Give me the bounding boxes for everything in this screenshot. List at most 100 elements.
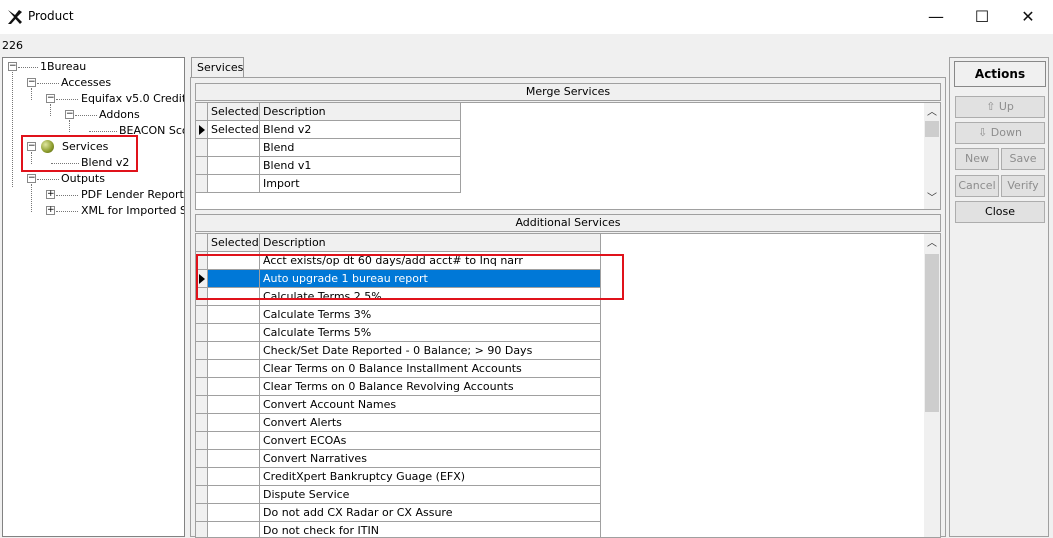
description-cell[interactable]: Convert Account Names xyxy=(260,396,601,414)
cancel-button[interactable]: Cancel xyxy=(955,175,999,197)
merge-services-scrollbar[interactable]: ︿ ﹀ xyxy=(924,103,940,209)
selected-cell[interactable] xyxy=(208,324,260,342)
selected-cell[interactable]: Selected xyxy=(208,121,260,139)
row-indicator[interactable] xyxy=(196,121,208,139)
description-cell[interactable]: Calculate Terms 2.5% xyxy=(260,288,601,306)
tree-collapse-equifax-toggle[interactable]: − xyxy=(46,94,55,103)
row-indicator[interactable] xyxy=(196,157,208,175)
description-cell[interactable]: Calculate Terms 5% xyxy=(260,324,601,342)
selected-cell[interactable] xyxy=(208,486,260,504)
tree-node-xml-imported[interactable]: XML for Imported Sou xyxy=(81,204,184,218)
tree-collapse-accesses-toggle[interactable]: − xyxy=(27,78,36,87)
selected-cell[interactable] xyxy=(208,157,260,175)
description-cell[interactable]: CreditXpert Bankruptcy Guage (EFX) xyxy=(260,468,601,486)
row-indicator[interactable] xyxy=(196,288,208,306)
row-indicator[interactable] xyxy=(196,252,208,270)
description-cell[interactable]: Acct exists/op dt 60 days/add acct# to I… xyxy=(260,252,601,270)
tree-collapse-outputs-toggle[interactable]: − xyxy=(27,174,36,183)
selected-cell[interactable] xyxy=(208,139,260,157)
selected-cell[interactable] xyxy=(208,522,260,537)
tree-node-outputs[interactable]: Outputs xyxy=(61,172,105,186)
additional-services-scrollbar[interactable]: ︿ xyxy=(924,234,940,537)
tree-node-services[interactable]: Services xyxy=(62,140,108,154)
tree-collapse-services-toggle[interactable]: − xyxy=(27,142,36,151)
description-cell[interactable]: Dispute Service xyxy=(260,486,601,504)
selected-cell[interactable] xyxy=(208,360,260,378)
column-header-selected[interactable]: Selected xyxy=(208,103,260,121)
description-cell[interactable]: Import xyxy=(260,175,461,193)
description-cell[interactable]: Do not add CX Radar or CX Assure xyxy=(260,504,601,522)
scrollbar-thumb[interactable] xyxy=(925,254,939,412)
row-indicator[interactable] xyxy=(196,378,208,396)
selected-cell[interactable] xyxy=(208,306,260,324)
row-indicator[interactable] xyxy=(196,139,208,157)
selected-cell[interactable] xyxy=(208,288,260,306)
tree-expand-xml-toggle[interactable]: + xyxy=(46,206,55,215)
save-button[interactable]: Save xyxy=(1001,148,1045,170)
selected-cell[interactable] xyxy=(208,175,260,193)
description-cell[interactable]: Convert Narratives xyxy=(260,450,601,468)
tree-node-equifax[interactable]: Equifax v5.0 Credit Re xyxy=(81,92,184,106)
selected-cell[interactable] xyxy=(208,468,260,486)
selected-cell[interactable] xyxy=(208,342,260,360)
merge-services-grid[interactable]: Selected Description Selected Blend v2 Ble… xyxy=(195,102,941,210)
selected-cell[interactable] xyxy=(208,396,260,414)
row-indicator[interactable] xyxy=(196,396,208,414)
tree-node-addons[interactable]: Addons xyxy=(99,108,140,122)
new-button[interactable]: New xyxy=(955,148,999,170)
selected-cell[interactable] xyxy=(208,450,260,468)
tab-services[interactable]: Services xyxy=(191,57,244,77)
description-cell[interactable]: Calculate Terms 3% xyxy=(260,306,601,324)
row-indicator[interactable] xyxy=(196,414,208,432)
description-cell[interactable]: Do not check for ITIN xyxy=(260,522,601,537)
maximize-button[interactable]: ☐ xyxy=(959,0,1005,32)
selected-cell[interactable] xyxy=(208,270,260,288)
tree-collapse-root-toggle[interactable]: − xyxy=(8,62,17,71)
up-button[interactable]: ⇧ Up xyxy=(955,96,1045,118)
row-indicator[interactable] xyxy=(196,360,208,378)
description-cell[interactable]: Clear Terms on 0 Balance Installment Acc… xyxy=(260,360,601,378)
selected-cell[interactable] xyxy=(208,432,260,450)
tree-expand-pdf-toggle[interactable]: + xyxy=(46,190,55,199)
scroll-up-icon[interactable]: ︿ xyxy=(924,236,940,252)
description-cell[interactable]: Convert ECOAs xyxy=(260,432,601,450)
product-tree[interactable]: − 1Bureau − Accesses − Equifax v5.0 Cred… xyxy=(2,57,185,537)
scroll-down-icon[interactable]: ﹀ xyxy=(924,191,940,207)
selected-cell[interactable] xyxy=(208,252,260,270)
description-cell[interactable]: Clear Terms on 0 Balance Revolving Accou… xyxy=(260,378,601,396)
description-cell[interactable]: Blend v1 xyxy=(260,157,461,175)
close-button[interactable]: Close xyxy=(955,201,1045,223)
minimize-button[interactable]: — xyxy=(913,0,959,32)
tree-node-1bureau[interactable]: 1Bureau xyxy=(40,60,86,74)
row-indicator[interactable] xyxy=(196,306,208,324)
column-header-description[interactable]: Description xyxy=(260,103,461,121)
row-indicator[interactable] xyxy=(196,175,208,193)
selected-cell[interactable] xyxy=(208,378,260,396)
row-indicator[interactable] xyxy=(196,450,208,468)
description-cell[interactable]: Convert Alerts xyxy=(260,414,601,432)
row-indicator[interactable] xyxy=(196,468,208,486)
tree-node-beacon[interactable]: BEACON Sco xyxy=(119,124,184,138)
description-cell[interactable]: Auto upgrade 1 bureau report xyxy=(260,270,601,288)
selected-cell[interactable] xyxy=(208,504,260,522)
row-indicator[interactable] xyxy=(196,270,208,288)
row-indicator[interactable] xyxy=(196,522,208,537)
verify-button[interactable]: Verify xyxy=(1001,175,1045,197)
row-indicator[interactable] xyxy=(196,504,208,522)
selected-cell[interactable] xyxy=(208,414,260,432)
description-cell[interactable]: Blend v2 xyxy=(260,121,461,139)
tree-collapse-addons-toggle[interactable]: − xyxy=(65,110,74,119)
column-header-description[interactable]: Description xyxy=(260,234,601,252)
column-header-selected[interactable]: Selected xyxy=(208,234,260,252)
tree-node-pdf-lender-report[interactable]: PDF Lender Report xyxy=(81,188,184,202)
row-indicator[interactable] xyxy=(196,324,208,342)
row-indicator[interactable] xyxy=(196,486,208,504)
tree-node-accesses[interactable]: Accesses xyxy=(61,76,111,90)
down-button[interactable]: ⇩ Down xyxy=(955,122,1045,144)
scroll-up-icon[interactable]: ︿ xyxy=(924,105,940,121)
scrollbar-thumb[interactable] xyxy=(925,121,939,137)
row-indicator[interactable] xyxy=(196,342,208,360)
close-window-button[interactable]: ✕ xyxy=(1005,0,1051,32)
row-indicator[interactable] xyxy=(196,432,208,450)
description-cell[interactable]: Blend xyxy=(260,139,461,157)
